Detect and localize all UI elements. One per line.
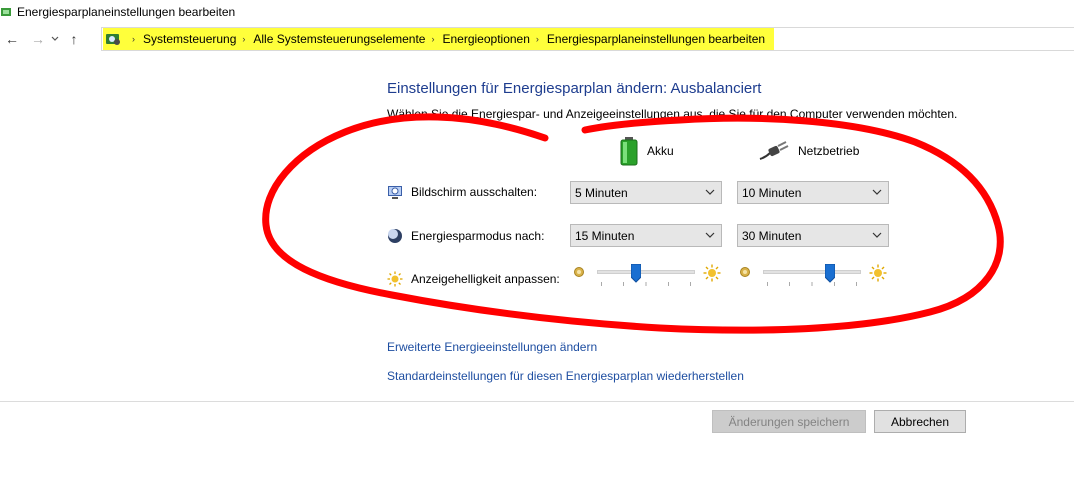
sleep-plugged-value: 30 Minuten: [742, 228, 802, 243]
footer-divider: [0, 401, 1074, 402]
slider-thumb[interactable]: [631, 264, 642, 283]
recent-locations-chevron-icon[interactable]: [50, 29, 60, 49]
chevron-down-icon: [705, 232, 715, 238]
breadcrumb-item-current[interactable]: Energiesparplaneinstellungen bearbeiten: [547, 32, 765, 46]
display-off-plugged-value: 10 Minuten: [742, 185, 802, 200]
row-sleep: Energiesparmodus nach:: [387, 228, 544, 244]
breadcrumb-separator[interactable]: ›: [431, 34, 434, 44]
moon-icon: [388, 229, 402, 243]
window-titlebar: Energiesparplaneinstellungen bearbeiten: [0, 0, 1074, 24]
chevron-down-icon: [872, 232, 882, 238]
slider-track[interactable]: [763, 270, 861, 274]
sun-bright-icon: [703, 264, 721, 282]
brightness-plugged-slider[interactable]: [739, 262, 889, 288]
restore-defaults-link[interactable]: Standardeinstellungen für diesen Energie…: [387, 369, 744, 383]
display-off-label: Bildschirm ausschalten:: [411, 185, 538, 199]
display-off-battery-select[interactable]: 5 Minuten: [570, 181, 722, 204]
window-title: Energiesparplaneinstellungen bearbeiten: [17, 5, 236, 19]
cancel-button[interactable]: Abbrechen: [874, 410, 966, 433]
chevron-down-icon: [705, 189, 715, 195]
breadcrumb: › Systemsteuerung › Alle Systemsteuerung…: [104, 28, 765, 50]
power-options-icon: [1, 8, 11, 16]
brightness-battery-slider[interactable]: [573, 262, 723, 288]
sun-bright-icon: [869, 264, 887, 282]
up-arrow-icon[interactable]: ↑: [66, 29, 82, 49]
breadcrumb-separator: ›: [132, 34, 135, 44]
sleep-label: Energiesparmodus nach:: [411, 229, 545, 243]
battery-icon: [620, 137, 638, 166]
sun-dim-icon: [574, 267, 584, 277]
back-arrow-icon[interactable]: ←: [4, 29, 20, 49]
breadcrumb-separator[interactable]: ›: [242, 34, 245, 44]
chevron-down-icon: [872, 189, 882, 195]
display-off-battery-value: 5 Minuten: [575, 185, 628, 200]
breadcrumb-separator[interactable]: ›: [536, 34, 539, 44]
plugged-label: Netzbetrieb: [798, 144, 860, 158]
breadcrumb-item-systemsteuerung[interactable]: Systemsteuerung: [143, 32, 236, 46]
sleep-battery-value: 15 Minuten: [575, 228, 635, 243]
monitor-clock-icon: [388, 186, 402, 199]
power-plug-icon: [759, 141, 789, 160]
brightness-label: Anzeigehelligkeit anpassen:: [411, 272, 560, 286]
slider-ticks: [601, 282, 691, 286]
display-off-plugged-select[interactable]: 10 Minuten: [737, 181, 889, 204]
slider-thumb[interactable]: [824, 264, 835, 283]
slider-track[interactable]: [597, 270, 695, 274]
battery-label: Akku: [647, 144, 674, 158]
column-header-plugged: Netzbetrieb: [758, 136, 859, 166]
slider-ticks: [767, 282, 857, 286]
breadcrumb-item-energieoptionen[interactable]: Energieoptionen: [442, 32, 529, 46]
breadcrumb-item-alle-elemente[interactable]: Alle Systemsteuerungselemente: [253, 32, 425, 46]
sun-dim-icon: [740, 267, 750, 277]
sun-icon: [387, 271, 403, 287]
page-subtitle: Wählen Sie die Energiespar- und Anzeigee…: [387, 107, 958, 121]
row-brightness: Anzeigehelligkeit anpassen:: [387, 271, 560, 287]
page-title: Einstellungen für Energiesparplan ändern…: [387, 80, 762, 97]
control-panel-icon: [106, 34, 120, 45]
row-display-off: Bildschirm ausschalten:: [387, 184, 537, 200]
sleep-plugged-select[interactable]: 30 Minuten: [737, 224, 889, 247]
sleep-battery-select[interactable]: 15 Minuten: [570, 224, 722, 247]
column-header-battery: Akku: [619, 136, 674, 166]
advanced-settings-link[interactable]: Erweiterte Energieeinstellungen ändern: [387, 340, 597, 354]
forward-arrow-icon[interactable]: →: [30, 29, 46, 49]
save-changes-button[interactable]: Änderungen speichern: [712, 410, 866, 433]
